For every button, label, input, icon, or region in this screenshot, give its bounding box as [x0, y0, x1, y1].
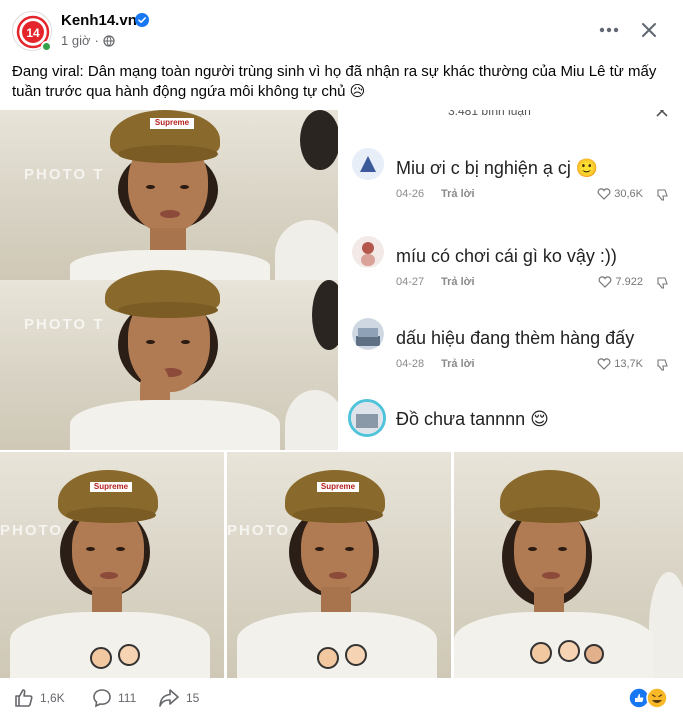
comment-like-button[interactable]: 7.922	[598, 276, 643, 288]
photo-main[interactable]: PHOTO T Supreme PHOTO T	[0, 110, 338, 450]
reactions-summary[interactable]	[628, 687, 670, 709]
comment-item: míu có chơi cái gì ko vậy :)) 04-27 Trả …	[338, 230, 683, 320]
heart-icon	[598, 276, 612, 288]
share-arrow-icon	[159, 688, 179, 707]
share-button[interactable]: 15	[158, 678, 199, 717]
comment-date: 04-27	[396, 276, 425, 288]
like-button[interactable]: 1,6K	[14, 678, 65, 717]
photo-main-lower: PHOTO T	[0, 270, 338, 450]
comment-bubble-icon	[93, 688, 111, 707]
share-count: 15	[186, 690, 200, 705]
page-name[interactable]: Kenh14.vn	[61, 12, 137, 29]
comment-item: Đồ chưa tannnn 😌	[338, 395, 683, 450]
comments-count-partial: 3.481 bình luận	[448, 110, 531, 118]
cap-logo: Supreme	[90, 482, 132, 492]
wall-text: PHOTO T	[24, 316, 105, 333]
meta-separator: ·	[94, 33, 99, 48]
comment-text: Miu ơi c bị nghiện ạ cj 🙂	[396, 158, 599, 178]
globe-icon	[103, 34, 115, 47]
comment-item: Miu ơi c bị nghiện ạ cj 🙂 04-26 Trả lời …	[338, 142, 683, 232]
comment-button[interactable]: 111	[92, 678, 136, 717]
thumbs-up-icon	[15, 688, 33, 707]
photo-bottom-1[interactable]: PHOTO T Supreme	[0, 452, 224, 678]
post-time[interactable]: 1 giờ	[61, 33, 91, 48]
dislike-icon[interactable]	[655, 188, 669, 202]
photo-bottom-3[interactable]	[454, 452, 683, 678]
post-meta: 1 giờ ·	[61, 33, 115, 48]
comment-date: 04-26	[396, 188, 425, 200]
like-count: 1,6K	[40, 690, 65, 705]
reply-button[interactable]: Trả lời	[441, 276, 475, 288]
comment-item: dấu hiệu đang thèm hàng đấy 04-28 Trả lờ…	[338, 312, 683, 402]
wall-text: PHOTO T	[24, 166, 105, 183]
comment-like-button[interactable]: 30,6K	[597, 188, 643, 200]
post-caption: Đang viral: Dân mạng toàn người trùng si…	[12, 63, 657, 100]
photo-bottom-2[interactable]: PHOTO T Supreme	[227, 452, 451, 678]
comment-like-count: 7.922	[615, 276, 643, 288]
commenter-avatar[interactable]	[348, 399, 386, 437]
heart-icon	[597, 358, 611, 370]
comment-count: 111	[118, 690, 137, 705]
comment-like-button[interactable]: 13,7K	[597, 358, 643, 370]
comments-screenshot[interactable]: 3.481 bình luận Miu ơi c bị nghiện ạ cj …	[338, 110, 683, 450]
comment-date: 04-28	[396, 358, 425, 370]
more-dots-icon	[599, 27, 619, 33]
comment-text: Đồ chưa tannnn 😌	[396, 409, 549, 429]
comment-text: míu có chơi cái gì ko vậy :))	[396, 246, 617, 266]
dislike-icon[interactable]	[655, 358, 669, 372]
post-header: 14 Kenh14.vn 1 giờ ·	[0, 0, 683, 60]
close-icon	[642, 23, 656, 37]
reply-button[interactable]: Trả lời	[441, 358, 475, 370]
photo-main-upper: PHOTO T Supreme	[0, 110, 338, 290]
logo-text: 14	[26, 26, 40, 40]
online-status-dot	[41, 41, 52, 52]
dislike-icon[interactable]	[655, 276, 669, 290]
verified-badge-icon	[135, 13, 149, 27]
comment-text: dấu hiệu đang thèm hàng đấy	[396, 328, 635, 348]
cap-logo: Supreme	[317, 482, 359, 492]
comment-like-count: 30,6K	[614, 188, 643, 200]
close-button[interactable]	[635, 16, 663, 44]
heart-icon	[597, 188, 611, 200]
reply-button[interactable]: Trả lời	[441, 188, 475, 200]
more-options-button[interactable]	[595, 16, 623, 44]
commenter-avatar[interactable]	[352, 236, 384, 268]
cap-logo: Supreme	[150, 118, 194, 129]
commenter-avatar[interactable]	[352, 318, 384, 350]
comment-like-count: 13,7K	[614, 358, 643, 370]
post-actions-bar: 1,6K 111 15	[0, 678, 683, 717]
haha-reaction-icon	[646, 687, 668, 709]
photo-grid: PHOTO T Supreme PHOTO T 3.481 bình luận …	[0, 110, 683, 678]
commenter-avatar[interactable]	[352, 148, 384, 180]
close-comments-icon	[656, 110, 668, 117]
